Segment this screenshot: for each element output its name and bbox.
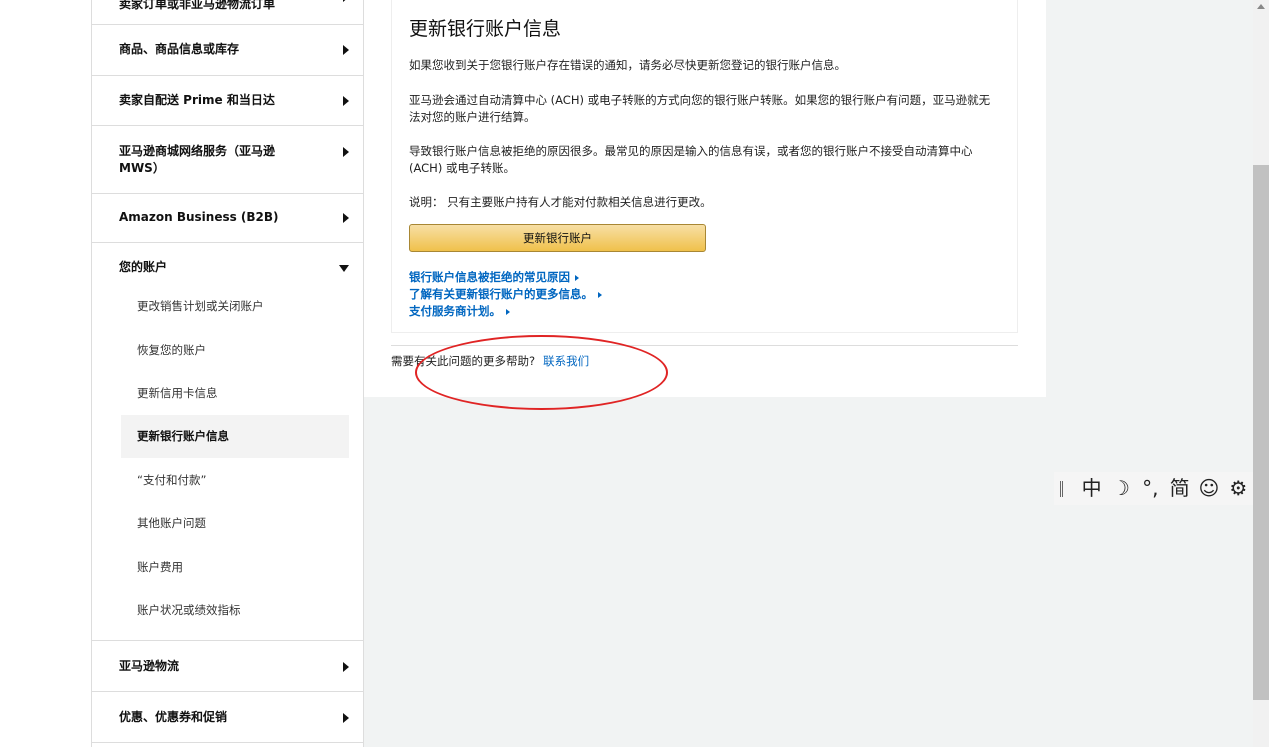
sidebar-category-label: 您的账户 — [119, 260, 168, 274]
sidebar-category-label: Amazon Business (B2B) — [119, 210, 279, 224]
sidebar-category-seller-orders[interactable]: 卖家订单或非亚马逊物流订单 — [92, 0, 363, 25]
chevron-right-icon — [343, 0, 349, 2]
gear-icon[interactable]: ⚙ — [1224, 472, 1253, 505]
sidebar-item-other-account-issues[interactable]: 其他账户问题 — [121, 502, 349, 545]
ime-toolbar: 中 ☽ °, 简 ☺ ⚙ — [1054, 472, 1253, 505]
sidebar-category-mws[interactable]: 亚马逊商城网络服务（亚马逊 MWS） — [92, 126, 363, 194]
article-note: 说明： 只有主要账户持有人才能对付款相关信息进行更改。 — [409, 195, 712, 209]
chinese-mode-icon[interactable]: 中 — [1077, 472, 1106, 505]
link-text: 支付服务商计划。 — [409, 304, 501, 318]
page-title: 更新银行账户信息 — [409, 18, 562, 40]
sidebar-category-label: 卖家订单或非亚马逊物流订单 — [119, 0, 276, 11]
page-margin — [0, 0, 91, 747]
chevron-right-icon — [343, 147, 349, 157]
drag-handle-icon[interactable] — [1060, 480, 1063, 497]
sidebar-category-label: 优惠、优惠券和促销 — [119, 710, 228, 724]
link-rejection-reasons[interactable]: 银行账户信息被拒绝的常见原因 — [409, 269, 579, 286]
sidebar-item-account-fees[interactable]: 账户费用 — [121, 546, 349, 589]
sidebar-category-business[interactable]: Amazon Business (B2B) — [92, 194, 363, 243]
article-paragraph: 亚马逊会通过自动清算中心 (ACH) 或电子转账的方式向您的银行账户转账。如果您… — [409, 93, 991, 124]
sidebar-category-label: 亚马逊商城网络服务（亚马逊 MWS） — [119, 144, 276, 175]
sidebar-item-restore-account[interactable]: 恢复您的账户 — [121, 329, 349, 372]
update-bank-account-button[interactable]: 更新银行账户 — [409, 224, 706, 252]
punctuation-icon[interactable]: °, — [1136, 472, 1165, 505]
sidebar-item-change-plan[interactable]: 更改销售计划或关闭账户 — [121, 285, 349, 328]
chevron-right-icon — [343, 662, 349, 672]
chevron-right-icon — [343, 213, 349, 223]
sidebar-category-prime[interactable]: 卖家自配送 Prime 和当日达 — [92, 76, 363, 126]
sidebar-category-label: 卖家自配送 Prime 和当日达 — [119, 93, 275, 107]
simplified-chinese-icon[interactable]: 简 — [1165, 472, 1194, 505]
moon-icon[interactable]: ☽ — [1106, 472, 1135, 505]
article-paragraph: 导致银行账户信息被拒绝的原因很多。最常见的原因是输入的信息有误，或者您的银行账户… — [409, 144, 973, 175]
scrollbar-thumb[interactable] — [1253, 165, 1269, 700]
help-content: 更新银行账户信息 如果您收到关于您银行账户存在错误的通知，请务必尽快更新您登记的… — [364, 0, 1046, 397]
chevron-right-icon — [343, 713, 349, 723]
annotation-circle — [415, 335, 668, 410]
sidebar-item-update-credit-card[interactable]: 更新信用卡信息 — [121, 372, 349, 415]
sidebar-category-fba[interactable]: 亚马逊物流 — [92, 641, 363, 692]
article-paragraph: 如果您收到关于您银行账户存在错误的通知，请务必尽快更新您登记的银行账户信息。 — [409, 58, 846, 72]
sidebar-category-label: 亚马逊物流 — [119, 659, 180, 673]
chevron-right-icon — [343, 45, 349, 55]
sidebar-item-payments[interactable]: “支付和付款” — [121, 459, 349, 502]
sidebar-item-update-bank-account[interactable]: 更新银行账户信息 — [121, 415, 349, 458]
caret-right-icon — [575, 274, 579, 281]
caret-right-icon — [598, 291, 602, 298]
sidebar-category-label: 商品、商品信息或库存 — [119, 42, 240, 56]
chevron-down-icon — [339, 265, 349, 272]
link-text: 了解有关更新银行账户的更多信息。 — [409, 287, 593, 301]
link-text: 银行账户信息被拒绝的常见原因 — [409, 270, 570, 284]
scroll-up-icon[interactable] — [1257, 4, 1265, 9]
caret-right-icon — [506, 308, 510, 315]
help-sidebar: 卖家订单或非亚马逊物流订单 商品、商品信息或库存 卖家自配送 Prime 和当日… — [91, 0, 364, 747]
sidebar-category-products[interactable]: 商品、商品信息或库存 — [92, 25, 363, 76]
article-card: 更新银行账户信息 如果您收到关于您银行账户存在错误的通知，请务必尽快更新您登记的… — [391, 0, 1018, 333]
sidebar-category-promotions[interactable]: 优惠、优惠券和促销 — [92, 692, 363, 743]
link-payment-provider[interactable]: 支付服务商计划。 — [409, 303, 510, 320]
emoji-icon[interactable]: ☺ — [1194, 472, 1223, 505]
link-learn-more[interactable]: 了解有关更新银行账户的更多信息。 — [409, 286, 602, 303]
sidebar-item-account-health[interactable]: 账户状况或绩效指标 — [121, 589, 349, 632]
chevron-right-icon — [343, 96, 349, 106]
